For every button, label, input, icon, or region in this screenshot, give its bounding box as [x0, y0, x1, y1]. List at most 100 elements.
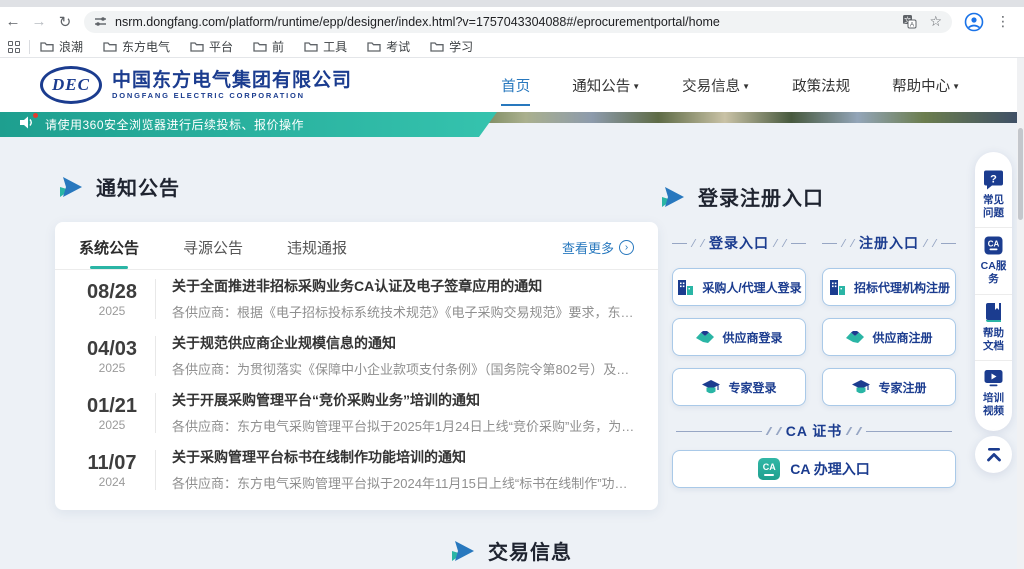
back-to-top-button[interactable] — [975, 436, 1012, 473]
nav-trade-info[interactable]: 交易信息▼ — [680, 69, 752, 102]
scrollbar-thumb[interactable] — [1018, 128, 1023, 220]
section-arrow-icon — [662, 187, 686, 207]
tab-violation-reports[interactable]: 违规通报 — [287, 237, 347, 269]
nav-policies[interactable]: 政策法规 — [790, 69, 852, 102]
bookmark-label: 平台 — [209, 38, 233, 55]
bookmark-folder[interactable]: 前 — [253, 38, 284, 55]
divider — [155, 279, 156, 319]
address-bar[interactable]: nsrm.dongfang.com/platform/runtime/epp/d… — [84, 11, 952, 33]
notices-card: 系统公告 寻源公告 违规通报 查看更多 › 08/282025 关于全面推进非招… — [55, 222, 658, 510]
folder-icon — [103, 41, 117, 52]
notice-title[interactable]: 关于开展采购管理平台“竞价采购业务”培训的通知 — [172, 390, 638, 410]
building-icon — [676, 279, 695, 296]
login-group-header: 登录入口 — [672, 233, 806, 253]
ca-badge-icon: CA — [758, 458, 780, 480]
dec-logo-icon: DEC — [40, 66, 102, 104]
notice-date: 01/212025 — [79, 394, 145, 432]
login-section-header: 登录注册入口 — [662, 182, 824, 211]
notice-row[interactable]: 04/032025 关于规范供应商企业规模信息的通知 各供应商：为贯彻落实《保障… — [55, 327, 658, 384]
nav-notices[interactable]: 通知公告▼ — [570, 69, 642, 102]
bidding-agency-register-button[interactable]: 招标代理机构注册 — [822, 268, 956, 306]
hero-image-strip — [470, 112, 1024, 123]
ca-badge-icon: CA — [983, 235, 1004, 256]
url-text[interactable]: nsrm.dongfang.com/platform/runtime/epp/d… — [115, 15, 894, 29]
notification-dot — [33, 113, 38, 118]
browser-menu-icon[interactable]: ⋮ — [996, 13, 1010, 30]
button-label: 采购人/代理人登录 — [702, 279, 801, 296]
section-title: 交易信息 — [488, 536, 572, 565]
forward-icon[interactable]: → — [26, 13, 52, 30]
divider — [155, 450, 156, 490]
notice-title[interactable]: 关于采购管理平台标书在线制作功能培训的通知 — [172, 447, 638, 467]
bookmark-folder[interactable]: 工具 — [304, 38, 347, 55]
button-label: 供应商注册 — [872, 329, 932, 346]
folder-icon — [430, 41, 444, 52]
folder-icon — [367, 41, 381, 52]
chevron-down-icon: ▼ — [632, 82, 640, 91]
tab-system-notices[interactable]: 系统公告 — [79, 237, 139, 269]
bookmark-folder[interactable]: 浪潮 — [40, 38, 83, 55]
notice-date: 08/282025 — [79, 280, 145, 318]
ca-service-item[interactable]: CA CA服务 — [975, 227, 1012, 293]
chevron-up-icon — [985, 447, 1003, 462]
page-scrollbar[interactable] — [1017, 58, 1024, 569]
apps-grid-icon[interactable] — [8, 41, 20, 53]
training-videos-item[interactable]: 培训视频 — [975, 360, 1012, 425]
help-docs-item[interactable]: 帮助文档 — [975, 294, 1012, 360]
notice-row[interactable]: 01/212025 关于开展采购管理平台“竞价采购业务”培训的通知 各供应商：东… — [55, 384, 658, 441]
back-icon[interactable]: ← — [0, 13, 26, 30]
button-label: 专家注册 — [878, 379, 926, 396]
nav-help-center[interactable]: 帮助中心▼ — [890, 69, 962, 102]
bookmark-folder[interactable]: 平台 — [190, 38, 233, 55]
company-logo[interactable]: DEC 中国东方电气集团有限公司 DONGFANG ELECTRIC CORPO… — [40, 66, 352, 104]
divider — [155, 393, 156, 433]
view-more-link[interactable]: 查看更多 › — [562, 238, 634, 268]
site-settings-icon[interactable] — [94, 15, 107, 28]
supplier-login-button[interactable]: 供应商登录 — [672, 318, 806, 356]
ca-apply-button[interactable]: CA CA 办理入口 — [672, 450, 956, 488]
svg-text:A: A — [910, 22, 915, 29]
buyer-agent-login-button[interactable]: 采购人/代理人登录 — [672, 268, 806, 306]
notice-row[interactable]: 11/072024 关于采购管理平台标书在线制作功能培训的通知 各供应商：东方电… — [55, 441, 658, 498]
expert-register-button[interactable]: 专家注册 — [822, 368, 956, 406]
ca-group-header: CA 证书 — [672, 421, 956, 441]
notice-desc: 各供应商：为贯彻落实《保障中小企业款项支付条例》（国务院令第802号）及《中小企… — [172, 359, 638, 378]
folder-icon — [304, 41, 318, 52]
nav-home[interactable]: 首页 — [499, 69, 532, 102]
floating-help-widget: ? 常见问题 CA CA服务 帮助文档 — [975, 152, 1012, 431]
handshake-icon — [695, 330, 715, 345]
bookmark-folder[interactable]: 东方电气 — [103, 38, 170, 55]
notice-date: 11/072024 — [79, 451, 145, 489]
bookmark-folder[interactable]: 考试 — [367, 38, 410, 55]
supplier-register-button[interactable]: 供应商注册 — [822, 318, 956, 356]
notice-row[interactable]: 08/282025 关于全面推进非招标采购业务CA认证及电子签章应用的通知 各供… — [55, 270, 658, 327]
bookmark-folder[interactable]: 学习 — [430, 38, 473, 55]
folder-icon — [253, 41, 267, 52]
tab-sourcing-notices[interactable]: 寻源公告 — [183, 237, 243, 269]
building-icon — [828, 279, 847, 296]
notice-title[interactable]: 关于规范供应商企业规模信息的通知 — [172, 333, 638, 353]
bookmark-star-icon[interactable]: ☆ — [929, 13, 942, 30]
register-group-header: 注册入口 — [822, 233, 956, 253]
company-name-cn: 中国东方电气集团有限公司 — [112, 70, 352, 92]
divider — [155, 336, 156, 376]
company-name-en: DONGFANG ELECTRIC CORPORATION — [112, 91, 352, 100]
expert-login-button[interactable]: 专家登录 — [672, 368, 806, 406]
bookmark-label: 工具 — [323, 38, 347, 55]
bookmark-label: 学习 — [449, 38, 473, 55]
screen: ← → ↻ nsrm.dongfang.com/platform/runtime… — [0, 0, 1024, 569]
translate-icon[interactable]: 文 A — [902, 14, 917, 29]
faq-item[interactable]: ? 常见问题 — [975, 162, 1012, 227]
browser-toolbar: ← → ↻ nsrm.dongfang.com/platform/runtime… — [0, 7, 1024, 36]
graduation-cap-icon — [701, 379, 721, 396]
question-icon: ? — [983, 169, 1004, 190]
widget-label: 培训视频 — [981, 392, 1007, 418]
reload-icon[interactable]: ↻ — [52, 13, 78, 31]
widget-label: 常见问题 — [981, 194, 1007, 220]
profile-icon[interactable] — [964, 12, 984, 32]
button-label: 供应商登录 — [722, 329, 782, 346]
notice-desc: 各供应商：东方电气采购管理平台拟于2025年1月24日上线“竞价采购”业务，为帮… — [172, 416, 638, 435]
main-nav: 首页 通知公告▼ 交易信息▼ 政策法规 帮助中心▼ — [499, 58, 962, 112]
document-icon — [983, 302, 1004, 323]
notice-title[interactable]: 关于全面推进非招标采购业务CA认证及电子签章应用的通知 — [172, 276, 638, 296]
